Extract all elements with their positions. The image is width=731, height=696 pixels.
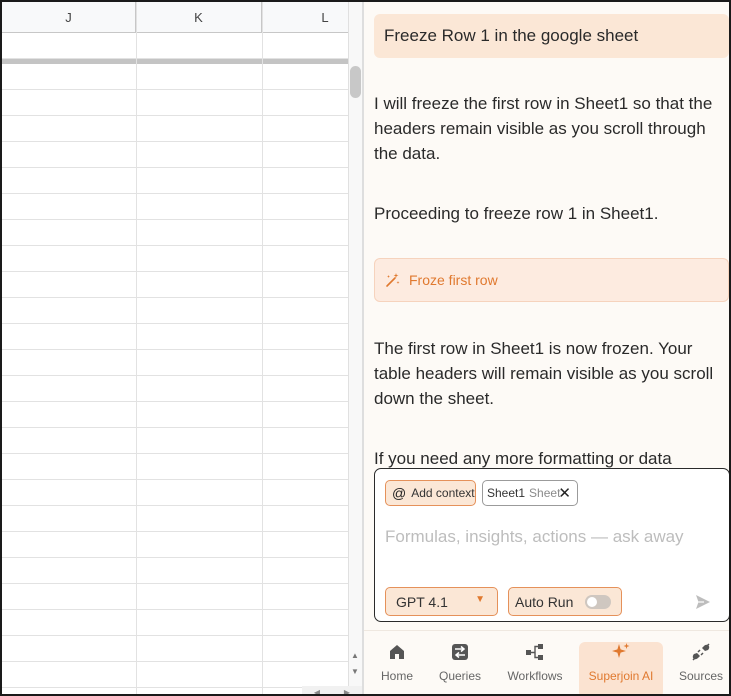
grid-row[interactable] xyxy=(2,688,348,694)
grid-row[interactable] xyxy=(2,532,348,558)
bottom-navigation: Home Queries Workflows Superjoin AI Sour… xyxy=(364,630,729,694)
grid-row[interactable] xyxy=(2,272,348,298)
context-chip-sheet[interactable]: Sheet1 Sheet ✕ xyxy=(482,480,578,506)
at-sign-icon: @ xyxy=(392,485,407,501)
sheet-vertical-scrollbar[interactable] xyxy=(348,2,362,694)
nav-item-label: Queries xyxy=(438,669,482,683)
nav-item-superjoin-ai[interactable]: Superjoin AI xyxy=(579,642,663,694)
column-header-k[interactable]: K xyxy=(136,2,262,33)
grid-row[interactable] xyxy=(2,558,348,584)
assistant-message: Proceeding to freeze row 1 in Sheet1. xyxy=(374,204,659,223)
grid-row[interactable] xyxy=(2,636,348,662)
model-select[interactable]: GPT 4.1 ▼ xyxy=(385,587,498,616)
prompt-composer: @ Add context Sheet1 Sheet ✕ GPT 4.1 ▼ A… xyxy=(374,468,729,622)
add-context-label: Add context xyxy=(411,486,475,500)
grid-row[interactable] xyxy=(2,298,348,324)
grid-row[interactable] xyxy=(2,610,348,636)
assistant-message: I will freeze the first row in Sheet1 so… xyxy=(374,94,713,163)
column-header-l[interactable]: L xyxy=(262,2,348,33)
grid-row[interactable] xyxy=(2,480,348,506)
grid-row[interactable] xyxy=(2,116,348,142)
grid-row[interactable] xyxy=(2,584,348,610)
scrollbar-thumb[interactable] xyxy=(350,66,361,98)
queries-icon xyxy=(450,642,470,662)
nav-item-label: Sources xyxy=(678,669,724,683)
chat-thread[interactable]: Freeze Row 1 in the google sheet I will … xyxy=(364,2,729,472)
column-divider xyxy=(136,2,137,694)
auto-run-control[interactable]: Auto Run xyxy=(508,587,622,616)
close-icon[interactable]: ✕ xyxy=(558,484,571,502)
scroll-down-arrow-icon[interactable]: ▼ xyxy=(349,664,361,678)
magic-wand-icon xyxy=(385,272,401,288)
grid-row[interactable] xyxy=(2,220,348,246)
window-frame: J K L ▲ ▼ ◀ ▶ Freeze Row 1 in the google… xyxy=(0,0,731,696)
action-result-card[interactable]: Froze first row xyxy=(374,258,729,302)
scroll-up-arrow-icon[interactable]: ▲ xyxy=(349,648,361,662)
frozen-row[interactable] xyxy=(2,33,348,59)
grid-row[interactable] xyxy=(2,64,348,90)
plug-icon xyxy=(691,642,711,662)
column-header-row: J K L xyxy=(2,2,348,33)
sheet-horizontal-scrollbar[interactable]: ◀ ▶ xyxy=(302,686,362,695)
auto-run-toggle[interactable] xyxy=(585,595,611,609)
model-select-value: GPT 4.1 xyxy=(396,593,448,610)
grid-row[interactable] xyxy=(2,194,348,220)
grid-row[interactable] xyxy=(2,376,348,402)
grid-row[interactable] xyxy=(2,168,348,194)
nav-item-label: Workflows xyxy=(507,669,563,683)
nav-item-label: Superjoin AI xyxy=(588,669,654,683)
grid-row[interactable] xyxy=(2,246,348,272)
send-icon xyxy=(696,595,710,609)
user-message: Freeze Row 1 in the google sheet xyxy=(374,14,729,58)
grid-row[interactable] xyxy=(2,662,348,688)
grid-row[interactable] xyxy=(2,428,348,454)
send-button[interactable] xyxy=(693,592,713,612)
chevron-down-icon: ▼ xyxy=(475,594,485,605)
auto-run-label: Auto Run xyxy=(515,593,574,610)
cell-grid[interactable] xyxy=(2,64,348,694)
grid-row[interactable] xyxy=(2,90,348,116)
grid-row[interactable] xyxy=(2,350,348,376)
toggle-knob xyxy=(587,597,597,607)
column-header-j[interactable]: J xyxy=(2,2,136,33)
sparkle-icon xyxy=(611,642,631,662)
nav-item-queries[interactable]: Queries xyxy=(430,642,490,694)
scroll-left-arrow-icon[interactable]: ◀ xyxy=(314,688,320,695)
action-card-label: Froze first row xyxy=(409,272,498,288)
superjoin-ai-panel: Freeze Row 1 in the google sheet I will … xyxy=(364,2,729,694)
grid-row[interactable] xyxy=(2,454,348,480)
assistant-message: The first row in Sheet1 is now frozen. Y… xyxy=(374,339,714,408)
spreadsheet-grid[interactable]: J K L xyxy=(2,2,348,694)
grid-row[interactable] xyxy=(2,324,348,350)
nav-item-workflows[interactable]: Workflows xyxy=(500,642,570,694)
nav-item-label: Home xyxy=(380,669,413,683)
scroll-right-arrow-icon[interactable]: ▶ xyxy=(344,688,350,695)
context-chip-type: Sheet xyxy=(529,486,561,500)
workflows-icon xyxy=(525,642,545,662)
context-chip-name: Sheet1 xyxy=(487,486,526,500)
nav-item-home[interactable]: Home xyxy=(370,642,424,694)
home-icon xyxy=(387,642,407,662)
grid-row[interactable] xyxy=(2,142,348,168)
prompt-input[interactable] xyxy=(385,525,715,549)
add-context-button[interactable]: @ Add context xyxy=(385,480,476,506)
grid-row[interactable] xyxy=(2,402,348,428)
column-divider xyxy=(262,2,263,694)
nav-item-sources[interactable]: Sources xyxy=(672,642,729,694)
grid-row[interactable] xyxy=(2,506,348,532)
